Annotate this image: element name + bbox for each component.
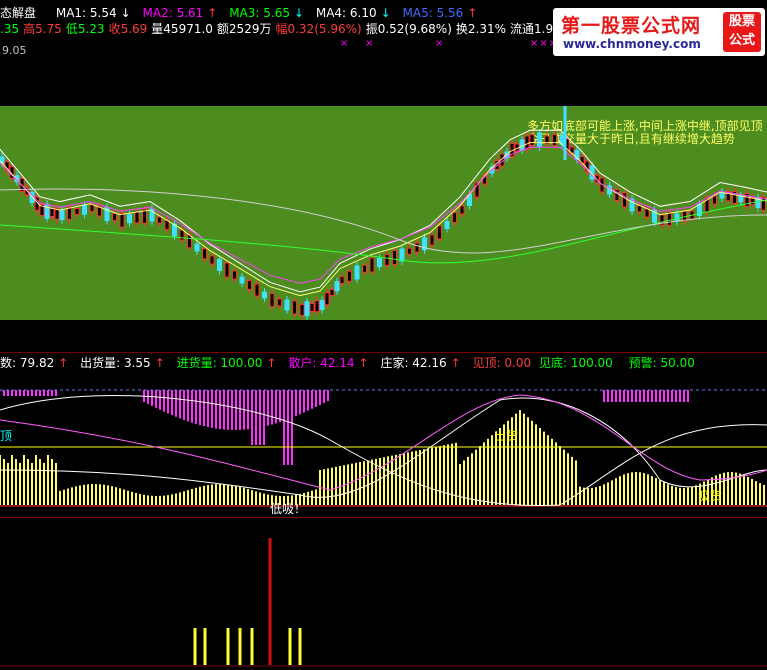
candlestick <box>637 205 642 213</box>
candlestick <box>392 250 397 265</box>
candlestick <box>284 299 290 311</box>
candlestick <box>324 292 330 306</box>
candlestick <box>134 211 140 224</box>
candlestick <box>304 301 310 317</box>
candlestick <box>334 281 340 292</box>
candlestick <box>277 298 282 307</box>
candlestick <box>459 205 465 215</box>
candlestick <box>712 195 717 205</box>
candlestick <box>254 283 260 297</box>
candlestick <box>384 254 390 266</box>
candlestick <box>82 204 87 215</box>
indicator-right-label: 吸货 <box>698 489 723 503</box>
candlestick <box>674 213 680 222</box>
candlestick <box>67 206 72 220</box>
candlestick <box>202 248 207 260</box>
candlestick <box>452 212 457 223</box>
candlestick <box>537 132 542 148</box>
candlestick <box>59 210 65 220</box>
candlestick <box>519 139 525 151</box>
candlestick <box>347 270 352 282</box>
candlestick <box>209 255 215 265</box>
candlestick <box>362 264 367 273</box>
candlestick <box>74 208 80 215</box>
low-absorb-label: 低吸！ <box>270 502 307 516</box>
candlestick <box>369 257 375 273</box>
indicator-mid-label: 出货 <box>494 429 519 443</box>
candlestick <box>247 280 252 290</box>
candlestick <box>157 216 162 224</box>
candlestick <box>529 134 535 146</box>
candlestick <box>224 262 230 278</box>
candlestick <box>164 220 170 230</box>
candlestick <box>429 234 435 246</box>
candlestick <box>269 293 275 307</box>
candlestick <box>262 291 267 299</box>
candlestick <box>112 213 117 221</box>
candlestick <box>292 300 297 315</box>
candlestick <box>179 229 185 241</box>
candlestick <box>524 135 530 150</box>
candlestick <box>217 259 222 271</box>
candlestick <box>354 265 360 280</box>
candlestick <box>444 221 450 229</box>
candlestick <box>414 242 420 253</box>
candlestick <box>119 212 125 228</box>
candlestick <box>299 304 305 316</box>
candlestick <box>49 208 55 217</box>
candlestick <box>232 270 237 280</box>
candlestick <box>339 276 345 284</box>
indicator-side-label: 顶 <box>0 429 13 443</box>
candlestick <box>738 195 744 203</box>
candlestick <box>329 289 335 296</box>
candlestick <box>127 214 132 224</box>
chart-canvas[interactable] <box>0 0 767 670</box>
candlestick <box>437 225 442 240</box>
candlestick <box>399 248 405 262</box>
candlestick <box>239 276 245 284</box>
candlestick <box>552 134 557 146</box>
candlestick <box>194 243 200 252</box>
candlestick <box>319 300 325 310</box>
candlestick <box>309 303 315 312</box>
candlestick <box>667 211 672 226</box>
candlestick <box>407 247 412 255</box>
candlestick <box>377 258 382 267</box>
candlestick <box>314 300 320 313</box>
